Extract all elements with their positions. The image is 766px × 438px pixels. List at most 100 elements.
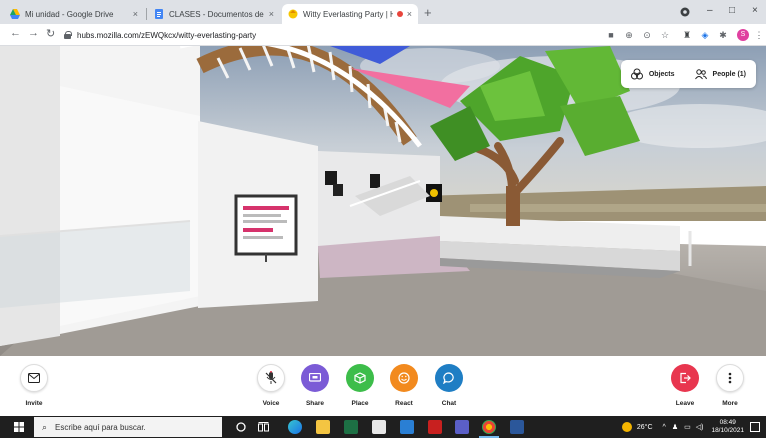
invite-circle bbox=[20, 364, 48, 392]
objects-icon bbox=[630, 68, 643, 80]
people-label: People (1) bbox=[712, 70, 746, 78]
hubs-toolbar: Invite Voice Share Place React Chat Leav… bbox=[0, 356, 766, 416]
leave-label: Leave bbox=[675, 400, 695, 407]
invite-button[interactable]: Invite bbox=[14, 364, 54, 407]
share-button[interactable]: Share bbox=[295, 364, 335, 407]
store-icon[interactable] bbox=[372, 420, 386, 434]
share-circle bbox=[301, 364, 329, 392]
exit-door-icon bbox=[680, 372, 691, 384]
extension-icon[interactable]: ♜ bbox=[682, 30, 692, 40]
profile-avatar[interactable]: S bbox=[737, 29, 749, 41]
maximize-button[interactable]: □ bbox=[729, 5, 735, 16]
tab-close-icon[interactable]: × bbox=[133, 9, 138, 19]
more-circle bbox=[716, 364, 744, 392]
react-button[interactable]: React bbox=[384, 364, 424, 407]
weather-sun-icon[interactable] bbox=[621, 422, 632, 432]
tab-google-docs[interactable]: CLASES - Documentos de Google × bbox=[148, 4, 280, 24]
new-tab-button[interactable]: + bbox=[424, 5, 432, 20]
people-button[interactable]: People (1) bbox=[685, 60, 756, 88]
tab-close-icon[interactable]: × bbox=[407, 9, 412, 19]
acrobat-icon[interactable] bbox=[428, 420, 442, 434]
clock-date: 18/10/2021 bbox=[711, 427, 744, 434]
tab-divider bbox=[146, 8, 147, 20]
windows-taskbar: ⌕ Escribe aquí para buscar. 26°C ^ ♟ ▭ ◁… bbox=[0, 416, 766, 438]
lock-icon bbox=[64, 31, 72, 39]
bookmark-star-icon[interactable]: ☆ bbox=[660, 30, 670, 40]
excel-icon[interactable] bbox=[344, 420, 358, 434]
voice-button[interactable]: Voice bbox=[251, 364, 291, 407]
task-view-icon[interactable] bbox=[258, 422, 269, 432]
network-icon[interactable]: ▭ bbox=[684, 423, 691, 431]
people-icon bbox=[694, 69, 707, 80]
mail-icon[interactable] bbox=[400, 420, 414, 434]
search-icon: ⌕ bbox=[42, 421, 48, 432]
tab-title: Mi unidad - Google Drive bbox=[25, 9, 114, 19]
browser-toolbar: ← → ↻ hubs.mozilla.com/zEWQkcx/witty-eve… bbox=[0, 24, 766, 46]
temperature-text: 26°C bbox=[636, 423, 653, 431]
chat-bubble-icon bbox=[443, 372, 454, 384]
chat-button[interactable]: Chat bbox=[429, 364, 469, 407]
minimize-button[interactable]: – bbox=[707, 5, 713, 16]
browser-menu-icon[interactable]: ⋮ bbox=[754, 30, 764, 40]
chrome-icon[interactable] bbox=[479, 420, 499, 438]
microphone-muted-icon bbox=[265, 371, 277, 384]
word-icon[interactable] bbox=[510, 420, 524, 434]
teams-icon[interactable] bbox=[455, 420, 469, 434]
leave-circle bbox=[671, 364, 699, 392]
taskbar-search-input[interactable]: ⌕ Escribe aquí para buscar. bbox=[34, 417, 222, 437]
envelope-icon bbox=[28, 373, 40, 383]
voice-circle bbox=[257, 364, 285, 392]
google-drive-icon bbox=[10, 9, 20, 19]
zoom-icon[interactable]: ⊙ bbox=[642, 30, 652, 40]
browser-tab-strip: Mi unidad - Google Drive × CLASES - Docu… bbox=[0, 0, 766, 24]
back-arrow-icon[interactable]: ← bbox=[10, 27, 21, 39]
windows-logo-icon bbox=[14, 422, 24, 432]
edge-browser-icon[interactable] bbox=[288, 420, 302, 434]
install-app-icon[interactable]: ⊕ bbox=[624, 30, 634, 40]
leave-button[interactable]: Leave bbox=[665, 364, 705, 407]
tab-close-icon[interactable]: × bbox=[269, 9, 274, 19]
google-docs-icon bbox=[155, 9, 163, 19]
cortana-icon[interactable] bbox=[236, 422, 246, 432]
start-button[interactable] bbox=[4, 420, 34, 434]
objects-button[interactable]: Objects bbox=[621, 60, 685, 88]
puzzle-extensions-icon[interactable]: ✱ bbox=[718, 30, 728, 40]
system-tray: 26°C ^ ♟ ▭ ◁) 08:49 18/10/2021 bbox=[621, 416, 766, 438]
cube-icon bbox=[354, 372, 366, 384]
hubs-duck-icon bbox=[288, 9, 298, 19]
recording-indicator-icon bbox=[396, 11, 403, 17]
more-dots-icon bbox=[728, 372, 732, 384]
media-control-icon[interactable] bbox=[680, 7, 690, 17]
hubs-3d-scene[interactable]: Objects People (1) bbox=[0, 46, 766, 356]
clock-time: 08:49 bbox=[719, 419, 736, 426]
place-button[interactable]: Place bbox=[340, 364, 380, 407]
more-label: More bbox=[722, 400, 738, 407]
translate-extension-icon[interactable]: ◈ bbox=[700, 30, 710, 40]
clock[interactable]: 08:49 18/10/2021 bbox=[711, 419, 744, 435]
voice-label: Voice bbox=[262, 400, 280, 407]
tab-google-drive[interactable]: Mi unidad - Google Drive × bbox=[4, 4, 144, 24]
forward-arrow-icon[interactable]: → bbox=[28, 27, 39, 39]
place-label: Place bbox=[351, 400, 369, 407]
person-tray-icon[interactable]: ♟ bbox=[672, 423, 678, 431]
tab-hubs-room[interactable]: Witty Everlasting Party | Hub × bbox=[282, 4, 418, 24]
tab-title: Witty Everlasting Party | Hub bbox=[303, 9, 393, 19]
objects-label: Objects bbox=[648, 70, 675, 78]
address-bar[interactable]: hubs.mozilla.com/zEWQkcx/witty-everlasti… bbox=[64, 27, 594, 43]
screen-share-icon bbox=[309, 373, 321, 382]
more-button[interactable]: More bbox=[710, 364, 750, 407]
tray-overflow-icon[interactable]: ^ bbox=[663, 424, 666, 431]
scene-render bbox=[0, 46, 766, 356]
reload-icon[interactable]: ↻ bbox=[46, 27, 55, 40]
tab-title: CLASES - Documentos de Google bbox=[169, 9, 265, 19]
react-circle bbox=[390, 364, 418, 392]
volume-icon[interactable]: ◁) bbox=[696, 423, 704, 431]
chat-circle bbox=[435, 364, 463, 392]
close-window-button[interactable]: × bbox=[752, 5, 758, 16]
camera-icon[interactable]: ■ bbox=[606, 30, 616, 40]
search-placeholder: Escribe aquí para buscar. bbox=[55, 422, 146, 432]
notifications-icon[interactable] bbox=[750, 422, 760, 432]
place-circle bbox=[346, 364, 374, 392]
file-explorer-icon[interactable] bbox=[316, 420, 330, 434]
react-label: React bbox=[395, 400, 413, 407]
